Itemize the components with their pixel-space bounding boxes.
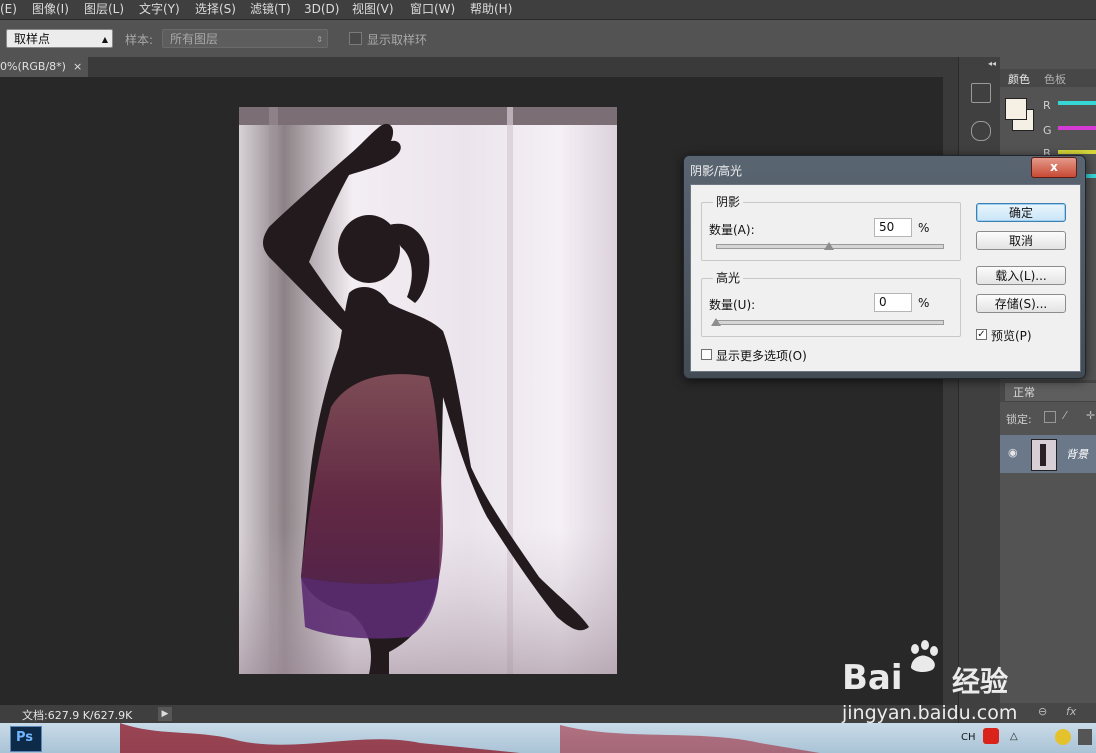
- highlights-slider-thumb[interactable]: [711, 318, 721, 326]
- tray-expand-icon[interactable]: △: [1010, 731, 1018, 742]
- options-bar: 取样点 ▲ 样本: 所有图层 ⇕ 显示取样环: [0, 20, 1096, 58]
- foreground-color-swatch[interactable]: [1005, 98, 1027, 120]
- menu-layer[interactable]: 图层(L): [84, 1, 124, 18]
- document-tab-bar: [0, 57, 958, 77]
- layer-thumbnail: [1031, 439, 1057, 471]
- document-size-info: 文档:627.9 K/627.9K: [22, 709, 133, 722]
- layer-name: 背景: [1066, 448, 1088, 461]
- menu-filter[interactable]: 滤镜(T): [250, 1, 291, 18]
- shadows-amount-label: 数量(A):: [709, 223, 755, 237]
- close-button[interactable]: x: [1031, 157, 1077, 178]
- menu-type[interactable]: 文字(Y): [139, 1, 180, 18]
- menu-view[interactable]: 视图(V): [352, 1, 394, 18]
- baidu-watermark: Bai 经验 jingyan.baidu.com: [842, 640, 1042, 730]
- photoshop-taskbar-button[interactable]: Ps: [10, 726, 42, 752]
- highlights-amount-label: 数量(U):: [709, 298, 756, 312]
- show-ring-checkbox[interactable]: [349, 32, 362, 45]
- shadows-highlights-dialog: 阴影/高光 x 阴影 数量(A): 50 % 高光 数量(U): 0 % 显示更…: [683, 155, 1086, 379]
- channel-r-slider[interactable]: [1058, 101, 1096, 105]
- highlights-group-title: 高光: [713, 269, 744, 286]
- sample-value: 所有图层: [170, 32, 219, 46]
- dialog-body: 阴影 数量(A): 50 % 高光 数量(U): 0 % 显示更多选项(O) 确…: [690, 184, 1081, 372]
- lock-transparent-icon[interactable]: [1044, 411, 1056, 423]
- blend-mode-select[interactable]: 正常: [1004, 382, 1096, 402]
- thumbnail-silhouette: [1040, 444, 1046, 466]
- tray-app-icon[interactable]: [1055, 729, 1071, 745]
- save-button[interactable]: 存储(S)...: [976, 294, 1066, 313]
- menu-window[interactable]: 窗口(W): [410, 1, 455, 18]
- menu-help[interactable]: 帮助(H): [470, 1, 512, 18]
- tab-swatches[interactable]: 色板: [1044, 71, 1066, 87]
- input-method-icon[interactable]: [983, 728, 999, 744]
- collapse-panels-icon[interactable]: ◂◂: [988, 59, 996, 68]
- shadows-group-title: 阴影: [713, 193, 744, 210]
- 3d-cube-icon[interactable]: [971, 121, 991, 141]
- preview-label: 预览(P): [991, 329, 1032, 343]
- layer-row[interactable]: ◉ 背景: [1000, 435, 1096, 473]
- load-button[interactable]: 载入(L)...: [976, 266, 1066, 285]
- shadows-slider-thumb[interactable]: [824, 242, 834, 250]
- sample-select[interactable]: 所有图层 ⇕: [162, 29, 328, 48]
- document-tab[interactable]: 0%(RGB/8*) ×: [0, 57, 88, 77]
- status-bar: 文档:627.9 K/627.9K ▶: [0, 705, 958, 723]
- history-icon[interactable]: [971, 83, 991, 103]
- close-icon[interactable]: ×: [73, 57, 82, 77]
- move-icon[interactable]: ✛: [1086, 409, 1095, 422]
- highlights-amount-slider[interactable]: [716, 320, 944, 325]
- shadows-amount-input[interactable]: 50: [874, 218, 912, 237]
- blend-mode-value: 正常: [1013, 386, 1035, 399]
- status-menu-arrow-icon[interactable]: ▶: [158, 707, 172, 721]
- channel-r-label: R: [1043, 99, 1051, 112]
- highlights-amount-input[interactable]: 0: [874, 293, 912, 312]
- updown-arrow-icon: ▲: [101, 35, 108, 44]
- channel-g-label: G: [1043, 124, 1052, 137]
- brush-icon[interactable]: ⁄: [1064, 409, 1066, 422]
- fx-icon[interactable]: fx: [1066, 705, 1076, 718]
- show-ring-label: 显示取样环: [367, 33, 428, 47]
- preview-checkbox[interactable]: ✓: [976, 329, 987, 340]
- tray-network-icon[interactable]: [1078, 729, 1092, 745]
- menu-edit[interactable]: (E): [0, 1, 17, 18]
- cancel-button[interactable]: 取消: [976, 231, 1066, 250]
- language-indicator[interactable]: CH: [961, 732, 976, 743]
- ps-logo-icon: Ps: [16, 730, 34, 745]
- watermark-brand-suffix: 经验: [952, 665, 1009, 698]
- watermark-url: jingyan.baidu.com: [842, 702, 1018, 724]
- ok-button[interactable]: 确定: [976, 203, 1066, 222]
- menu-bar: (E) 图像(I) 图层(L) 文字(Y) 选择(S) 滤镜(T) 3D(D) …: [0, 0, 1096, 20]
- document-tab-title: 0%(RGB/8*): [0, 60, 66, 73]
- watermark-brand: Bai: [842, 658, 903, 698]
- dialog-title: 阴影/高光: [690, 164, 743, 178]
- paw-logo-icon: [906, 640, 940, 674]
- updown-arrow-icon: ⇕: [316, 35, 323, 44]
- close-icon: x: [1050, 160, 1058, 174]
- silhouette-photo: [239, 107, 617, 674]
- lock-label: 锁定:: [1006, 413, 1032, 426]
- document-image: [239, 107, 617, 674]
- show-more-options-label: 显示更多选项(O): [716, 349, 807, 363]
- menu-image[interactable]: 图像(I): [32, 1, 69, 18]
- sample-label: 样本:: [125, 33, 154, 47]
- tab-color[interactable]: 颜色: [1008, 71, 1030, 87]
- channel-b-slider[interactable]: [1058, 150, 1096, 154]
- tool-mode-select[interactable]: 取样点 ▲: [6, 29, 113, 48]
- eye-icon[interactable]: ◉: [1008, 446, 1018, 459]
- highlights-percent: %: [918, 296, 930, 310]
- channel-g-slider[interactable]: [1058, 126, 1096, 130]
- menu-select[interactable]: 选择(S): [195, 1, 236, 18]
- show-more-options-checkbox[interactable]: [701, 349, 712, 360]
- menu-3d[interactable]: 3D(D): [304, 1, 339, 18]
- tool-mode-value: 取样点: [14, 32, 51, 46]
- shadows-percent: %: [918, 221, 930, 235]
